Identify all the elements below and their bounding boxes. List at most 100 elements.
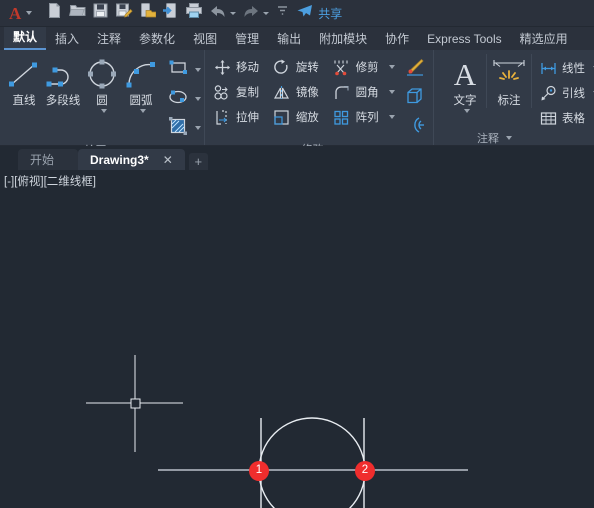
chevron-down-icon[interactable] — [100, 109, 107, 113]
drawing-canvas[interactable]: [-][俯视][二维线框] 1 2 — [0, 170, 594, 508]
application-menu-button[interactable]: A — [4, 2, 35, 24]
ribbon-tab-annotate[interactable]: 注释 — [88, 29, 130, 50]
draw-polyline-button[interactable]: 多段线 — [43, 54, 83, 108]
text-icon: A — [448, 56, 482, 90]
ribbon-tab-express-tools[interactable]: Express Tools — [418, 29, 510, 50]
ribbon-tab-parametric[interactable]: 参数化 — [130, 29, 184, 50]
undo-button[interactable] — [206, 2, 239, 24]
modify-3d-box-button[interactable] — [403, 84, 428, 112]
autocad-window: A 共享 默认 插入 注释 参数化 视图 管理 输出 附加模块 协作 Expre… — [0, 0, 594, 508]
modify-scale-button[interactable]: 缩放 — [270, 105, 330, 129]
ribbon-tab-addins[interactable]: 附加模块 — [310, 29, 376, 50]
draw-arc-label: 圆弧 — [129, 95, 153, 107]
print-button[interactable] — [182, 2, 206, 24]
box-3d-icon — [405, 86, 425, 111]
point-marker-1[interactable]: 1 — [249, 461, 269, 481]
ribbon-panel-annotation-title[interactable]: 注释 — [434, 130, 594, 146]
draw-line-button[interactable]: 直线 — [5, 54, 43, 108]
chevron-down-icon[interactable] — [195, 97, 201, 101]
table-icon — [538, 108, 558, 128]
export-button[interactable] — [136, 2, 159, 24]
modify-fillet-label: 圆角 — [355, 87, 379, 99]
modify-trim-button[interactable]: 修剪 — [330, 55, 403, 79]
annotation-leader-button[interactable]: 引线 — [536, 81, 594, 105]
chevron-down-icon[interactable] — [463, 109, 470, 113]
draw-line-label: 直线 — [12, 95, 36, 107]
point-marker-2[interactable]: 2 — [355, 461, 375, 481]
annotation-linear-label: 线性 — [562, 63, 585, 75]
ribbon-tab-home[interactable]: 默认 — [4, 27, 47, 50]
ribbon-tab-bar: 默认 插入 注释 参数化 视图 管理 输出 附加模块 协作 Express To… — [0, 27, 594, 50]
chevron-down-icon[interactable] — [26, 11, 33, 15]
point-marker-1-label: 1 — [255, 464, 263, 477]
ribbon-panel-annotation-title-label: 注释 — [477, 133, 499, 145]
modify-offset-button[interactable] — [403, 113, 428, 141]
chevron-down-icon[interactable] — [263, 11, 270, 15]
ribbon: 直线 多段线 圆 圆弧 移动 复制 拉伸 旋转 镜像 缩放 修剪 圆角 阵列 A… — [0, 50, 594, 157]
new-file-button[interactable] — [43, 2, 66, 24]
draw-polyline-label: 多段线 — [45, 95, 81, 107]
customize-qat-button[interactable] — [272, 2, 293, 24]
ribbon-tab-view[interactable]: 视图 — [184, 29, 226, 50]
redo-button[interactable] — [239, 2, 272, 24]
chevron-down-icon[interactable] — [388, 65, 395, 69]
modify-move-label: 移动 — [236, 62, 259, 74]
autocad-logo-icon: A — [9, 3, 22, 23]
draw-arc-button[interactable]: 圆弧 — [121, 54, 161, 113]
new-document-tab-button[interactable]: + — [188, 153, 208, 170]
trim-icon — [332, 57, 352, 77]
annotation-dimension-button[interactable]: 标注 — [486, 54, 532, 108]
chevron-down-icon[interactable] — [195, 68, 201, 72]
modify-rotate-button[interactable]: 旋转 — [270, 55, 330, 79]
draw-ellipse-button[interactable] — [165, 85, 203, 113]
ribbon-panel-annotation: A 文字 标注 线性 引线 表格 注释 — [434, 50, 594, 145]
circle-icon — [83, 56, 121, 90]
ribbon-tab-manage[interactable]: 管理 — [226, 29, 268, 50]
open-folder-icon — [69, 2, 86, 24]
save-button[interactable] — [89, 2, 112, 24]
modify-stretch-button[interactable]: 拉伸 — [210, 105, 270, 129]
ribbon-tab-insert[interactable]: 插入 — [46, 29, 88, 50]
save-as-button[interactable] — [112, 2, 136, 24]
draw-rectangle-button[interactable] — [165, 56, 203, 84]
chevron-down-icon[interactable] — [230, 11, 237, 15]
modify-copy-button[interactable]: 复制 — [210, 80, 270, 104]
document-tab-bar: 开始 Drawing3* ✕ + — [0, 146, 594, 170]
modify-mirror-button[interactable]: 镜像 — [270, 80, 330, 104]
ribbon-panel-draw: 直线 多段线 圆 圆弧 — [0, 50, 205, 157]
ribbon-tab-output[interactable]: 输出 — [268, 29, 310, 50]
close-icon[interactable]: ✕ — [163, 154, 173, 166]
annotation-linear-button[interactable]: 线性 — [536, 56, 594, 80]
draw-hatch-button[interactable] — [165, 114, 203, 142]
annotation-text-button[interactable]: A 文字 — [444, 54, 486, 113]
chevron-down-icon[interactable] — [139, 109, 146, 113]
modify-move-button[interactable]: 移动 — [210, 55, 270, 79]
line-icon — [5, 56, 43, 90]
modify-array-label: 阵列 — [355, 112, 379, 124]
draw-circle-button[interactable]: 圆 — [83, 54, 121, 113]
annotation-table-button[interactable]: 表格 — [536, 106, 594, 130]
hatch-icon — [167, 116, 189, 141]
open-file-button[interactable] — [66, 2, 89, 24]
undo-icon — [209, 3, 227, 24]
eraser-icon — [405, 57, 425, 82]
annotation-text-label: 文字 — [453, 95, 477, 107]
chevron-down-icon[interactable] — [506, 136, 512, 140]
move-icon — [212, 57, 232, 77]
export-icon — [139, 2, 157, 24]
modify-fillet-button[interactable]: 圆角 — [330, 80, 403, 104]
modify-trim-label: 修剪 — [355, 62, 379, 74]
chevron-down-icon[interactable] — [388, 115, 395, 119]
share-button[interactable]: 共享 — [293, 2, 345, 24]
document-tab-drawing3[interactable]: Drawing3* ✕ — [78, 149, 185, 170]
cloud-open-button[interactable] — [159, 2, 182, 24]
chevron-down-icon[interactable] — [388, 90, 395, 94]
modify-erase-button[interactable] — [403, 55, 428, 83]
ribbon-tab-collaborate[interactable]: 协作 — [376, 29, 418, 50]
redo-icon — [242, 3, 260, 24]
rectangle-icon — [167, 58, 189, 83]
modify-array-button[interactable]: 阵列 — [330, 105, 403, 129]
ribbon-tab-featured-apps[interactable]: 精选应用 — [511, 29, 577, 50]
document-tab-start[interactable]: 开始 — [18, 149, 79, 170]
chevron-down-icon[interactable] — [195, 126, 201, 130]
